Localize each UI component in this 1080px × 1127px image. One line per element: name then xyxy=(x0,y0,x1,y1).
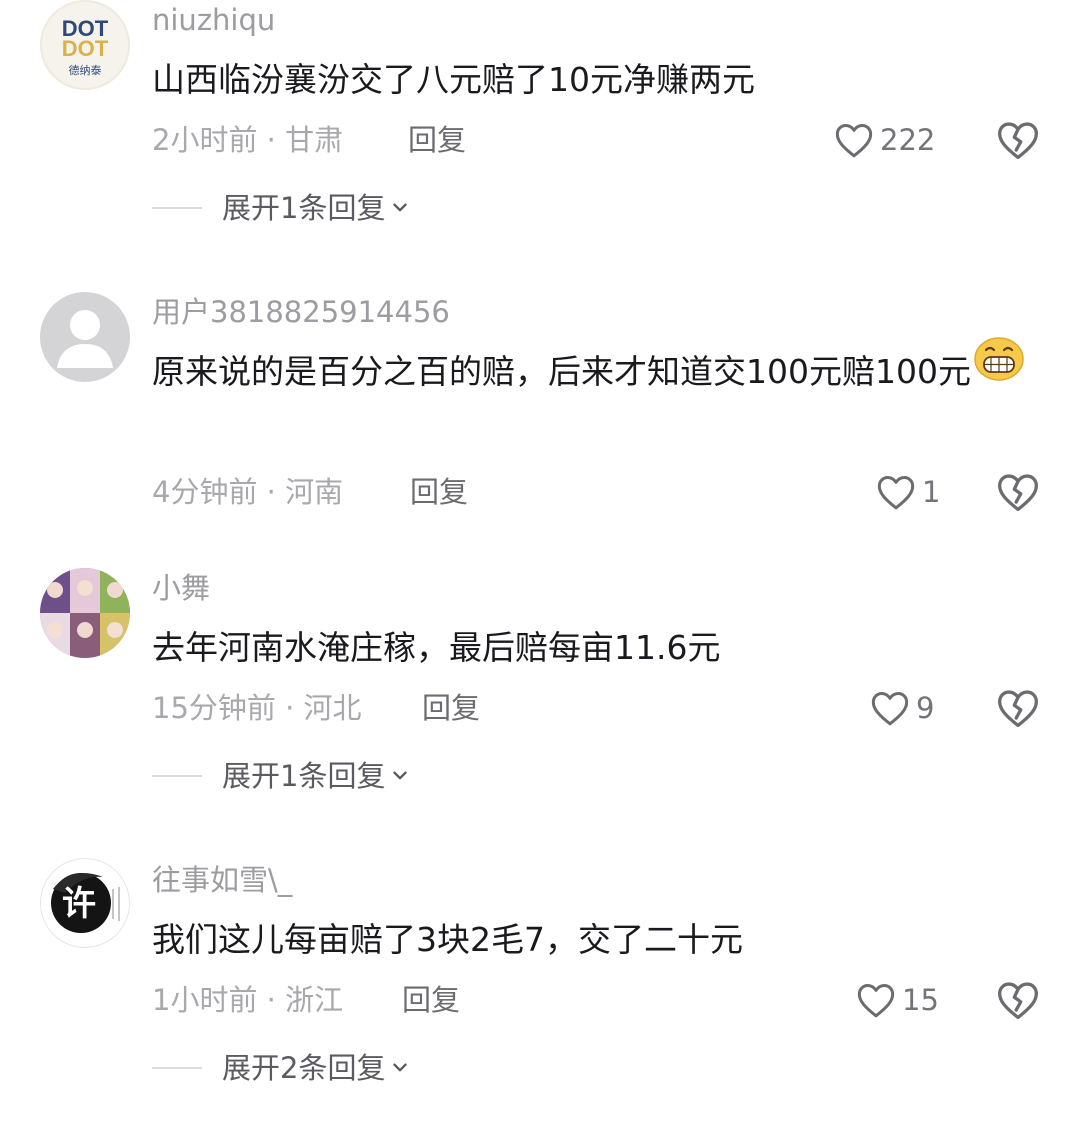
svg-text:德纳泰: 德纳泰 xyxy=(69,63,102,77)
chevron-down-icon xyxy=(393,203,408,212)
expand-replies-label: 展开1条回复 xyxy=(222,759,386,793)
reply-button[interactable]: 回复 xyxy=(422,688,480,728)
like-button[interactable]: 222 xyxy=(834,120,935,160)
avatar[interactable] xyxy=(40,292,130,382)
divider xyxy=(152,1067,202,1069)
comment-meta: 2小时前 · 甘肃 xyxy=(152,123,344,157)
expand-replies-label: 展开2条回复 xyxy=(222,1051,386,1085)
broken-heart-icon xyxy=(998,474,1038,512)
broken-heart-icon xyxy=(998,690,1038,728)
svg-text:DOT: DOT xyxy=(62,36,109,61)
reply-button[interactable]: 回复 xyxy=(408,120,466,160)
broken-heart-icon xyxy=(998,982,1038,1020)
like-count: 15 xyxy=(902,983,939,1017)
dislike-button[interactable] xyxy=(996,119,1040,163)
comment-meta: 1小时前 · 浙江 xyxy=(152,983,344,1017)
heart-outline-icon xyxy=(857,984,895,1018)
reply-button[interactable]: 回复 xyxy=(410,472,468,512)
heart-outline-icon xyxy=(871,692,909,726)
calligraphy-avatar-image: 许 xyxy=(51,873,120,933)
like-button[interactable]: 1 xyxy=(876,472,940,512)
avatar-glyph: 许 xyxy=(62,884,96,924)
avatar[interactable]: 许 xyxy=(40,858,130,948)
dislike-button[interactable] xyxy=(996,471,1040,515)
comment-text: 我们这儿每亩赔了3块2毛7，交了二十元 xyxy=(152,920,743,959)
chevron-down-icon xyxy=(393,1063,408,1072)
default-user-icon xyxy=(57,310,113,368)
comment-username[interactable]: 小舞 xyxy=(152,570,210,606)
expand-replies-button[interactable]: 展开2条回复 xyxy=(152,1048,411,1088)
expand-replies-label: 展开1条回复 xyxy=(222,191,386,225)
chevron-down-icon xyxy=(393,771,408,780)
dislike-button[interactable] xyxy=(996,687,1040,731)
expand-replies-button[interactable]: 展开1条回复 xyxy=(152,756,411,796)
heart-outline-icon xyxy=(835,124,873,158)
comment-text: 去年河南水淹庄稼，最后赔每亩11.6元 xyxy=(152,628,721,667)
dislike-button[interactable] xyxy=(996,979,1040,1023)
like-button[interactable]: 9 xyxy=(870,688,934,728)
comment-username[interactable]: 用户3818825914456 xyxy=(152,294,450,330)
grinning-face-emoji xyxy=(973,336,1025,403)
like-count: 1 xyxy=(922,475,941,509)
comment-meta: 15分钟前 · 河北 xyxy=(152,691,362,725)
like-button[interactable]: 15 xyxy=(856,980,939,1020)
brand-logo: DOT DOT 德纳泰 xyxy=(62,16,109,77)
comment-text: 山西临汾襄汾交了八元赔了10元净赚两元 xyxy=(152,60,755,99)
heart-outline-icon xyxy=(877,476,915,510)
reply-button[interactable]: 回复 xyxy=(402,980,460,1020)
divider xyxy=(152,775,202,777)
expand-replies-button[interactable]: 展开1条回复 xyxy=(152,188,411,228)
avatar[interactable] xyxy=(40,568,130,658)
comment-username[interactable]: 往事如雪\_ xyxy=(152,862,292,898)
comment-username[interactable]: niuzhiqu xyxy=(152,2,275,38)
comment-meta: 4分钟前 · 河南 xyxy=(152,475,344,509)
avatar[interactable]: DOT DOT 德纳泰 xyxy=(40,0,130,90)
broken-heart-icon xyxy=(998,122,1038,160)
like-count: 222 xyxy=(880,123,936,157)
anime-avatar-image xyxy=(40,568,130,658)
like-count: 9 xyxy=(916,691,935,725)
divider xyxy=(152,207,202,209)
comment-text-content: 原来说的是百分之百的赔，后来才知道交100元赔100元 xyxy=(152,352,971,391)
comment-text: 原来说的是百分之百的赔，后来才知道交100元赔100元 xyxy=(152,337,1042,404)
